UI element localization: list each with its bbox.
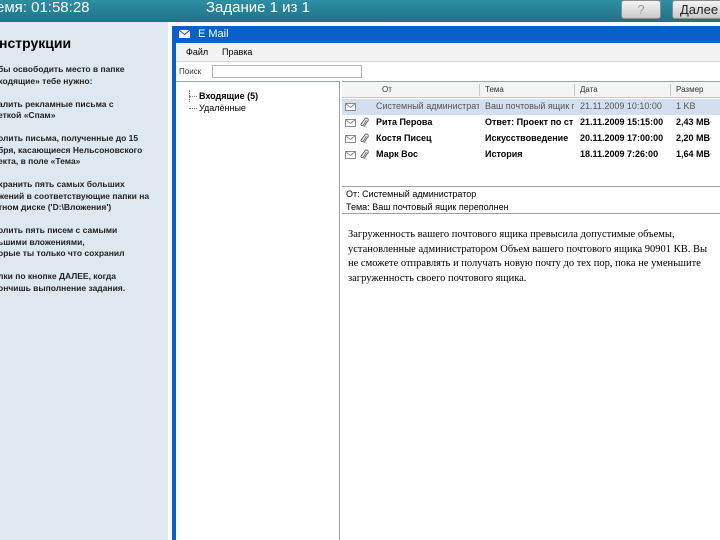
preview-header: От: Системный администратор Тема: Ваш по… [342, 186, 720, 214]
column-date[interactable]: Дата [580, 85, 598, 94]
paperclip-icon [360, 133, 369, 143]
message-row[interactable]: Системный администратор Ваш почтовый ящи… [342, 99, 720, 115]
message-size: 1 KB [676, 101, 696, 111]
message-subject: История [485, 149, 523, 159]
envelope-icon [345, 151, 356, 159]
envelope-icon [345, 119, 356, 127]
column-separator [479, 84, 480, 96]
instructions-text: бы освободить место в папке ходящие» теб… [0, 64, 150, 293]
column-separator [670, 84, 671, 96]
column-subject[interactable]: Тема [485, 85, 504, 94]
test-top-bar: емя: 01:58:28 Задание 1 из 1 ? Далее [0, 0, 720, 22]
column-size[interactable]: Размер [676, 85, 704, 94]
search-label: Поиск [179, 67, 202, 76]
search-input[interactable] [212, 65, 362, 78]
menu-edit[interactable]: Правка [222, 47, 252, 57]
message-size: 2,43 МВ [676, 117, 711, 127]
message-subject: Ответ: Проект по стилю [485, 117, 574, 127]
message-from: Рита Перова [376, 117, 433, 127]
preview-body: Загруженность вашего почтового ящика пре… [348, 229, 707, 284]
message-date: 21.11.2009 15:15:00 [580, 117, 664, 127]
message-list: От Тема Дата Размер Системный администра… [342, 81, 720, 161]
message-from: Костя Писец [376, 133, 432, 143]
message-row[interactable]: Рита Перова Ответ: Проект по стилю 21.11… [342, 115, 720, 131]
folder-deleted-label: Удалённые [199, 103, 246, 113]
timer-label: емя: 01:58:28 [0, 0, 90, 16]
tree-branch [189, 108, 197, 110]
folder-inbox-label: Входящие (5) [199, 91, 259, 101]
email-client-area: Файл Правка Поиск Входящие (5) Удалённые… [176, 43, 720, 540]
tree-branch [189, 96, 197, 98]
column-from[interactable]: От [382, 85, 392, 94]
task-counter: Задание 1 из 1 [206, 0, 310, 16]
help-button[interactable]: ? [621, 0, 661, 19]
preview-from: От: Системный администратор [346, 189, 477, 199]
folder-inbox[interactable]: Входящие (5) [189, 91, 258, 101]
column-separator [574, 84, 575, 96]
message-date: 21.11.2009 10:10:00 [580, 101, 662, 111]
email-window: E Mail Файл Правка Поиск Входящие (5) Уд… [172, 26, 720, 540]
next-button[interactable]: Далее [672, 0, 720, 19]
instructions-panel: нструкции бы освободить место в папке хо… [0, 22, 168, 540]
message-size: 2,20 МВ [676, 133, 711, 143]
window-title: E Mail [198, 28, 229, 40]
folder-deleted[interactable]: Удалённые [189, 103, 246, 113]
message-subject: Искусствоведение [485, 133, 569, 143]
menu-bar: Файл Правка [176, 43, 720, 62]
message-list-header: От Тема Дата Размер [342, 82, 720, 98]
envelope-icon [345, 103, 356, 111]
window-titlebar: E Mail [172, 26, 720, 43]
envelope-icon [345, 135, 356, 143]
search-row: Поиск [176, 63, 720, 81]
message-date: 18.11.2009 7:26:00 [580, 149, 659, 159]
message-date: 20.11.2009 17:00:00 [580, 133, 664, 143]
instructions-title: нструкции [0, 35, 72, 51]
message-from: Системный администратор [376, 101, 479, 111]
message-row[interactable]: Костя Писец Искусствоведение 20.11.2009 … [342, 131, 720, 147]
folder-tree: Входящие (5) Удалённые [176, 81, 340, 540]
message-subject: Ваш почтовый ящик переполнен [485, 101, 574, 111]
menu-file[interactable]: Файл [186, 47, 208, 57]
preview-subject: Тема: Ваш почтовый ящик переполнен [346, 202, 509, 212]
mail-icon [179, 30, 190, 38]
paperclip-icon [360, 149, 369, 159]
message-from: Марк Вос [376, 149, 418, 159]
paperclip-icon [360, 117, 369, 127]
message-row[interactable]: Марк Вос История 18.11.2009 7:26:00 1,64… [342, 147, 720, 163]
message-size: 1,64 МВ [676, 149, 711, 159]
